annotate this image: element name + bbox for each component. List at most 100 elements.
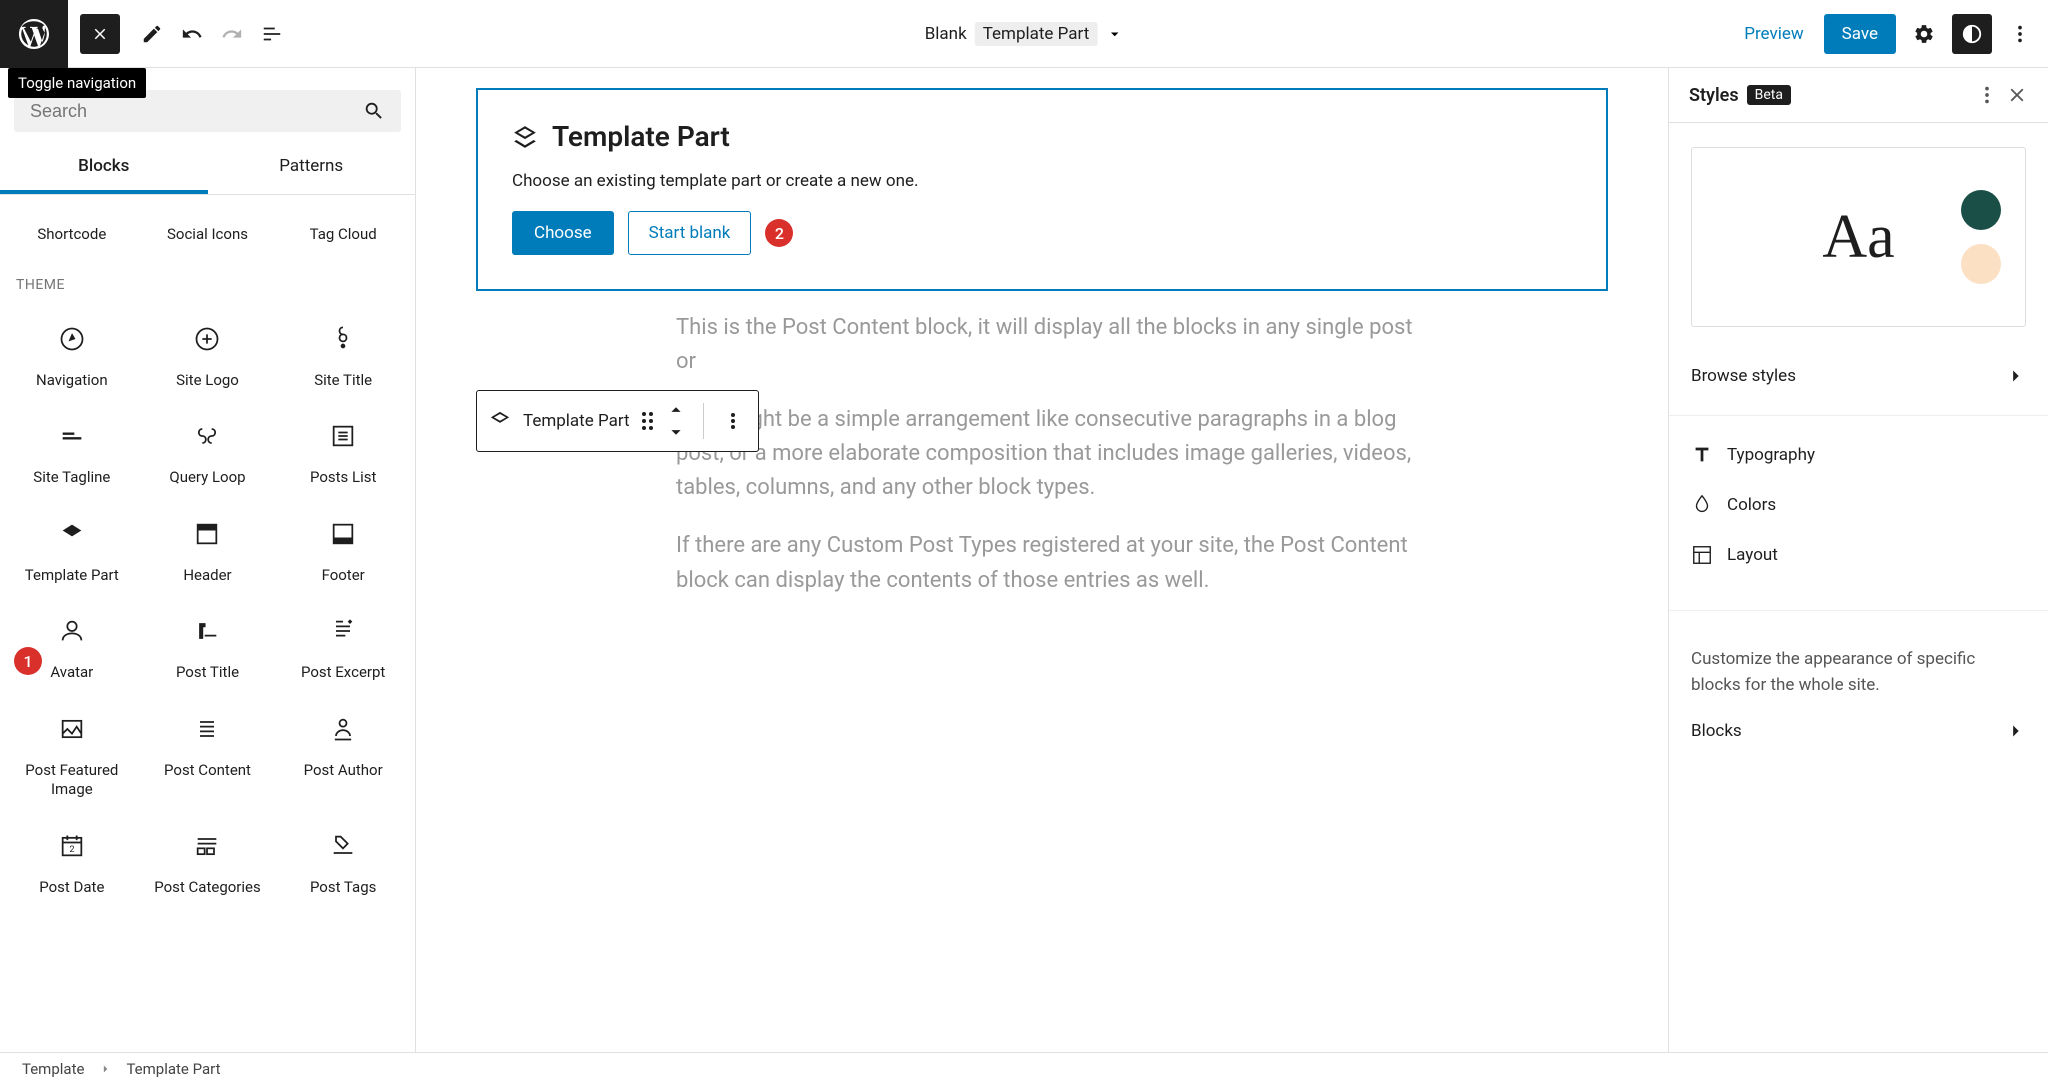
block-post-title[interactable]: Post Title — [140, 593, 276, 691]
block-header[interactable]: Header — [140, 496, 276, 594]
annotation-1: 1 — [14, 647, 42, 675]
undo-button[interactable] — [172, 14, 212, 54]
post-excerpt-icon — [329, 617, 357, 645]
chevron-right-icon — [98, 1062, 112, 1076]
block-post-author[interactable]: Post Author — [275, 691, 411, 808]
more-vertical-icon[interactable] — [1976, 84, 1998, 106]
list-view-icon — [261, 23, 283, 45]
content-p2: That might be a simple arrangement like … — [676, 403, 1436, 505]
toolbar-block-label: Template Part — [523, 411, 630, 431]
block-social-icons[interactable]: Social Icons — [140, 205, 276, 253]
block-post-tags[interactable]: Post Tags — [275, 808, 411, 906]
preview-link[interactable]: Preview — [1732, 16, 1815, 52]
blocks-link[interactable]: Blocks — [1669, 706, 2048, 756]
posts-list-icon — [329, 422, 357, 450]
block-site-logo[interactable]: Site Logo — [140, 301, 276, 399]
breadcrumb-root[interactable]: Template — [22, 1060, 84, 1078]
styles-button[interactable] — [1952, 14, 1992, 54]
drop-icon — [1691, 494, 1713, 516]
more-vertical-icon — [2009, 23, 2031, 45]
block-tag-cloud[interactable]: Tag Cloud — [275, 205, 411, 253]
block-toolbar[interactable]: Template Part — [476, 390, 759, 452]
close-icon — [91, 25, 109, 43]
site-logo-icon — [193, 325, 221, 353]
colors-button[interactable]: Colors — [1669, 480, 2048, 530]
wordpress-icon — [16, 16, 52, 52]
post-content-icon — [193, 715, 221, 743]
breadcrumb-current[interactable]: Template Part — [126, 1060, 220, 1078]
drag-handle-icon[interactable] — [642, 412, 653, 430]
content-p1: This is the Post Content block, it will … — [676, 311, 1436, 379]
block-options-button[interactable] — [720, 413, 746, 429]
block-post-content[interactable]: Post Content — [140, 691, 276, 808]
placeholder-desc: Choose an existing template part or crea… — [512, 171, 1572, 191]
inserter-panel: Blocks Patterns Shortcode Social Icons T… — [0, 68, 416, 1052]
doc-part-pill: Template Part — [975, 22, 1098, 46]
post-author-icon — [329, 715, 357, 743]
redo-button[interactable] — [212, 14, 252, 54]
template-part-icon — [512, 124, 538, 150]
typography-button[interactable]: Typography — [1669, 430, 2048, 480]
template-part-icon — [58, 520, 86, 548]
post-categories-icon — [193, 832, 221, 860]
svg-text:2: 2 — [69, 843, 74, 854]
pencil-icon — [141, 23, 163, 45]
block-footer[interactable]: Footer — [275, 496, 411, 594]
block-site-title[interactable]: Site Title — [275, 301, 411, 399]
chevron-up-icon — [665, 399, 687, 421]
navigation-icon — [58, 325, 86, 353]
preview-color-dot-2 — [1961, 244, 2001, 284]
breadcrumb: Template Template Part — [0, 1052, 2048, 1084]
list-view-button[interactable] — [252, 14, 292, 54]
inserter-tabs: Blocks Patterns — [0, 142, 415, 195]
block-site-tagline[interactable]: Site Tagline — [4, 398, 140, 496]
wordpress-logo-button[interactable] — [0, 0, 68, 68]
template-part-placeholder[interactable]: Template Part Choose an existing templat… — [476, 88, 1608, 291]
block-template-part[interactable]: Template Part — [4, 496, 140, 594]
placeholder-title: Template Part — [552, 120, 730, 153]
query-loop-icon — [193, 422, 221, 450]
browse-styles-button[interactable]: Browse styles — [1669, 351, 2048, 401]
post-date-icon: 2 — [58, 832, 86, 860]
choose-button[interactable]: Choose — [512, 211, 614, 255]
block-avatar[interactable]: Avatar — [4, 593, 140, 691]
tab-patterns[interactable]: Patterns — [208, 142, 416, 194]
start-blank-button[interactable]: Start blank — [628, 211, 752, 255]
block-navigation[interactable]: Navigation — [4, 301, 140, 399]
close-panel-icon[interactable] — [2006, 84, 2028, 106]
style-preview[interactable]: Aa — [1691, 147, 2026, 327]
site-title-icon — [329, 325, 357, 353]
block-post-featured-image[interactable]: Post Featured Image — [4, 691, 140, 808]
chevron-down-icon — [1105, 25, 1123, 43]
top-toolbar: Blank Template Part Preview Save — [0, 0, 2048, 68]
layout-icon — [1691, 544, 1713, 566]
avatar-icon — [58, 617, 86, 645]
redo-icon — [221, 23, 243, 45]
block-posts-list[interactable]: Posts List — [275, 398, 411, 496]
contrast-icon — [1961, 23, 1983, 45]
tab-blocks[interactable]: Blocks — [0, 142, 208, 194]
block-shortcode[interactable]: Shortcode — [4, 205, 140, 253]
header-icon — [193, 520, 221, 548]
layout-button[interactable]: Layout — [1669, 530, 2048, 580]
editor-canvas[interactable]: Template Part Choose an existing templat… — [416, 68, 1668, 1052]
undo-icon — [181, 23, 203, 45]
save-button[interactable]: Save — [1824, 14, 1896, 54]
preview-color-dot-1 — [1961, 190, 2001, 230]
search-icon — [363, 100, 385, 122]
block-post-date[interactable]: 2Post Date — [4, 808, 140, 906]
move-up-down[interactable] — [665, 399, 687, 443]
block-post-excerpt[interactable]: Post Excerpt — [275, 593, 411, 691]
block-query-loop[interactable]: Query Loop — [140, 398, 276, 496]
annotation-2: 2 — [765, 219, 793, 247]
close-button[interactable] — [80, 14, 120, 54]
edit-tool-button[interactable] — [132, 14, 172, 54]
settings-button[interactable] — [1904, 14, 1944, 54]
options-button[interactable] — [2000, 14, 2040, 54]
styles-panel: Styles Beta Aa Browse styles Typog — [1668, 68, 2048, 1052]
document-title[interactable]: Blank Template Part — [925, 22, 1124, 46]
typography-icon — [1691, 444, 1713, 466]
search-input[interactable] — [30, 101, 363, 122]
theme-section-label: THEME — [4, 253, 411, 301]
block-post-categories[interactable]: Post Categories — [140, 808, 276, 906]
